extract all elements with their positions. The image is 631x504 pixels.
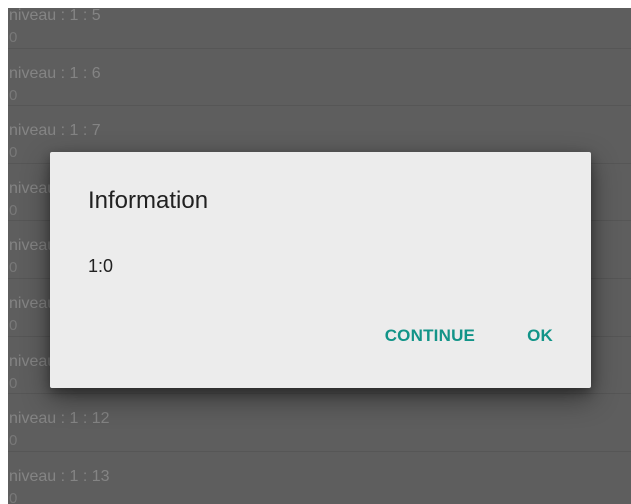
list-item-value: 0 [9,432,18,450]
list-item-value: 0 [9,86,18,104]
dialog-message: 1:0 [88,256,114,276]
list-item-value: 0 [9,144,18,162]
list-item-value: 0 [9,374,18,392]
list-item-title: niveau : 1 : 12 [9,410,110,428]
screen-edge-top [0,0,631,8]
list-item-value: 0 [9,259,18,277]
ok-button[interactable]: OK [527,324,553,348]
list-item[interactable]: niveau : 1 : 13 0 [8,452,631,504]
list-item-value: 0 [9,201,18,219]
list-item-title: niveau : 1 : 6 [9,64,101,82]
list-item-title: niveau : 1 : 7 [9,122,101,140]
continue-button[interactable]: CONTINUE [385,324,475,348]
list-item-value: 0 [9,29,18,46]
list-item-title: niveau : 1 : 13 [9,467,110,485]
dialog-actions: CONTINUE OK [385,324,553,348]
list-item-title: niveau : 1 : 5 [9,7,101,24]
list-item-value: 0 [9,316,18,334]
information-dialog: Information 1:0 CONTINUE OK [50,152,591,388]
list-item-value: 0 [9,489,18,504]
dialog-title: Information [88,187,209,214]
list-item[interactable]: niveau : 1 : 12 0 [8,394,631,452]
list-item[interactable]: niveau : 1 : 6 0 [8,49,631,107]
screen-edge-left [0,0,8,504]
